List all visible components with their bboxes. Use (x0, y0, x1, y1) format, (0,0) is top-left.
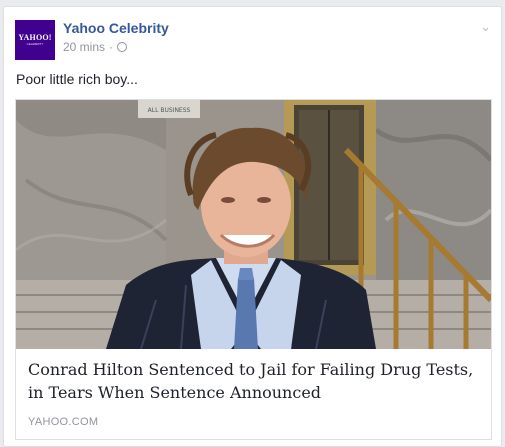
link-source-domain: YAHOO.COM (28, 416, 99, 428)
page-name-link[interactable]: Yahoo Celebrity (63, 20, 169, 36)
globe-icon[interactable] (117, 42, 128, 52)
post-timestamp[interactable]: 20 mins (63, 40, 105, 54)
avatar-brand: YAHOO! (18, 33, 52, 42)
post-meta: 20 mins · (63, 40, 128, 54)
feed-post-card: YAHOO! CELEBRITY Yahoo Celebrity 20 mins… (3, 6, 502, 447)
page-avatar[interactable]: YAHOO! CELEBRITY (15, 20, 55, 60)
link-title[interactable]: Conrad Hilton Sentenced to Jail for Fail… (28, 358, 483, 404)
chevron-down-icon[interactable]: ⌄ (480, 19, 491, 35)
avatar-sub: CELEBRITY (26, 42, 44, 46)
meta-separator: · (109, 40, 114, 54)
post-text: Poor little rich boy... (16, 71, 138, 87)
link-preview[interactable]: ALL BUSINESS Conrad Hilton Sentenced to … (15, 99, 492, 440)
photo-sign: ALL BUSINESS (148, 107, 191, 114)
article-photo[interactable]: ALL BUSINESS (16, 100, 491, 349)
